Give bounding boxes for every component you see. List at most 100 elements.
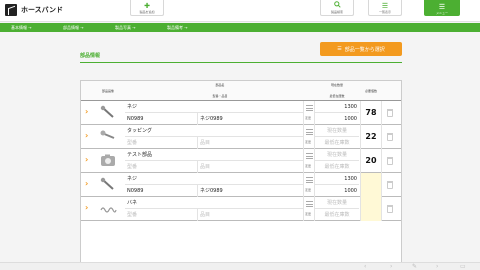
app-name: ホースバンド (21, 6, 63, 14)
trash-icon[interactable] (387, 109, 393, 117)
breadcrumb-basic-info[interactable]: 基本情報 → (0, 25, 52, 31)
header-stock: 現在数量 (330, 83, 343, 87)
edit-label: 変更 (305, 140, 312, 144)
part-item-placeholder[interactable]: 品目 (198, 209, 303, 221)
section-title: 部品情報 (80, 53, 101, 59)
stock-placeholder[interactable]: 現在数量 (315, 197, 359, 209)
min-stock-placeholder[interactable]: 最低在庫数 (315, 209, 359, 221)
trash-icon[interactable] (387, 157, 393, 165)
app-logo[interactable]: ホースバンド (5, 4, 63, 16)
bottom-toolbar: ‹ › ✎ › ▭ (0, 262, 480, 270)
min-stock-placeholder[interactable]: 最低在庫数 (315, 137, 359, 149)
screw-image (99, 177, 117, 192)
stock-value[interactable]: 1300 (315, 173, 359, 185)
plus-icon: ✚ (144, 2, 150, 10)
header-name: 部品名 (215, 83, 225, 87)
edit-button[interactable]: 変更 (303, 197, 315, 221)
edit-lines-icon (306, 177, 313, 183)
product-search-button[interactable]: 製品検索 (320, 0, 354, 16)
edit-button[interactable]: 変更 (303, 101, 315, 125)
list-icon: ☰ (337, 46, 342, 52)
tapping-screw-image (99, 129, 117, 144)
edit-lines-icon (306, 153, 313, 159)
pick-button-label: 部品一覧から選択 (344, 46, 385, 53)
part-model[interactable]: N0989 (125, 113, 198, 125)
part-item-placeholder[interactable]: 品目 (198, 161, 303, 173)
menu-label: メニュー (435, 11, 448, 15)
row-open-chevron-icon[interactable]: › (85, 179, 88, 189)
header-image: 部品画像 (101, 89, 114, 93)
top-header: ホースバンド ✚ 製品を追加 製品検索 ☰ 一覧表示 ☰ メニュー (0, 0, 480, 22)
trash-icon[interactable] (387, 181, 393, 189)
edit-label: 変更 (305, 164, 312, 168)
main-content: 部品情報 ☰ 部品一覧から選択 部品画像 部品名 型番・品目 現在数量 最低在庫… (80, 40, 402, 270)
breadcrumb-product-notes[interactable]: 製品備考 → (156, 25, 208, 31)
row-open-chevron-icon[interactable]: › (85, 107, 88, 117)
part-item[interactable]: ネジ0989 (198, 113, 303, 125)
header-min-stock: 最低在庫数 (329, 94, 345, 98)
screw-image (99, 105, 117, 120)
min-stock-value[interactable]: 1000 (315, 113, 359, 125)
trash-icon[interactable]: ▭ (460, 263, 466, 270)
breadcrumb: 基本情報 → 部品情報 → 製品写真 → 製品備考 → (0, 23, 480, 32)
part-name: ネジ (125, 173, 303, 185)
stock-placeholder[interactable]: 現在数量 (315, 125, 359, 137)
part-model-placeholder[interactable]: 型番 (125, 161, 198, 173)
row-open-chevron-icon[interactable]: › (85, 131, 88, 141)
menu-button[interactable]: ☰ メニュー (424, 0, 460, 16)
required-count[interactable]: 22 (360, 125, 382, 149)
next-icon[interactable]: › (436, 263, 438, 270)
list-view-label: 一覧表示 (378, 10, 391, 14)
edit-label: 変更 (305, 212, 312, 216)
part-model-placeholder[interactable]: 型番 (125, 137, 198, 149)
list-view-button[interactable]: ☰ 一覧表示 (368, 0, 402, 16)
required-count-input[interactable] (360, 197, 382, 221)
min-stock-placeholder[interactable]: 最低在庫数 (315, 161, 359, 173)
part-name: タッピング (125, 125, 303, 137)
edit-button[interactable]: 変更 (303, 173, 315, 197)
camera-placeholder-image (99, 153, 117, 168)
app-root: ホースバンド ✚ 製品を追加 製品検索 ☰ 一覧表示 ☰ メニュー 基本情報 →… (0, 0, 480, 270)
row-open-chevron-icon[interactable]: › (85, 203, 88, 213)
edit-icon[interactable]: ✎ (412, 263, 417, 270)
add-product-button[interactable]: ✚ 製品を追加 (130, 0, 164, 16)
trash-icon[interactable] (387, 205, 393, 213)
breadcrumb-product-photo[interactable]: 製品写真 → (104, 25, 156, 31)
part-item[interactable]: ネジ0989 (198, 185, 303, 197)
required-count[interactable]: 78 (360, 101, 382, 125)
edit-button[interactable]: 変更 (303, 125, 315, 149)
header-model-part: 型番・品目 (212, 94, 228, 98)
header-required: 必要個数 (364, 89, 377, 93)
trash-icon[interactable] (387, 133, 393, 141)
part-item-placeholder[interactable]: 品目 (198, 137, 303, 149)
add-product-label: 製品を追加 (139, 10, 155, 14)
breadcrumb-part-info[interactable]: 部品情報 → (52, 25, 104, 31)
row-open-chevron-icon[interactable]: › (85, 155, 88, 165)
edit-button[interactable]: 変更 (303, 149, 315, 173)
product-search-label: 製品検索 (330, 10, 343, 14)
table-header: 部品画像 部品名 型番・品目 現在数量 最低在庫数 必要個数 (81, 81, 401, 101)
edit-label: 変更 (305, 188, 312, 192)
stock-value[interactable]: 1300 (315, 101, 359, 113)
table-row[interactable]: › バネ 型番 品目 変更 現在数量 最低在庫数 (81, 197, 401, 221)
table-row[interactable]: › ネジ N0989 ネジ0989 変更 1300 1000 (81, 173, 401, 197)
edit-lines-icon (306, 201, 313, 207)
part-name: ネジ (125, 101, 303, 113)
table-row[interactable]: › タッピング 型番 品目 変更 現在数量 最低在庫数 22 (81, 125, 401, 149)
min-stock-value[interactable]: 1000 (315, 185, 359, 197)
search-icon (333, 1, 341, 10)
table-row[interactable]: › テスト部品 型番 品目 変更 現在数量 最低在庫数 20 (81, 149, 401, 173)
forward-icon[interactable]: › (390, 263, 392, 270)
spring-image (99, 201, 117, 216)
stock-placeholder[interactable]: 現在数量 (315, 149, 359, 161)
parts-table: 部品画像 部品名 型番・品目 現在数量 最低在庫数 必要個数 › ネジ N098… (80, 80, 402, 270)
required-count-input[interactable] (360, 173, 382, 197)
edit-lines-icon (306, 105, 313, 111)
part-model-placeholder[interactable]: 型番 (125, 209, 198, 221)
part-name: テスト部品 (125, 149, 303, 161)
table-row[interactable]: › ネジ N0989 ネジ0989 変更 1300 1000 78 (81, 101, 401, 125)
part-model[interactable]: N0989 (125, 185, 198, 197)
back-icon[interactable]: ‹ (364, 263, 366, 270)
required-count[interactable]: 20 (360, 149, 382, 173)
pick-from-parts-list-button[interactable]: ☰ 部品一覧から選択 (320, 42, 402, 56)
